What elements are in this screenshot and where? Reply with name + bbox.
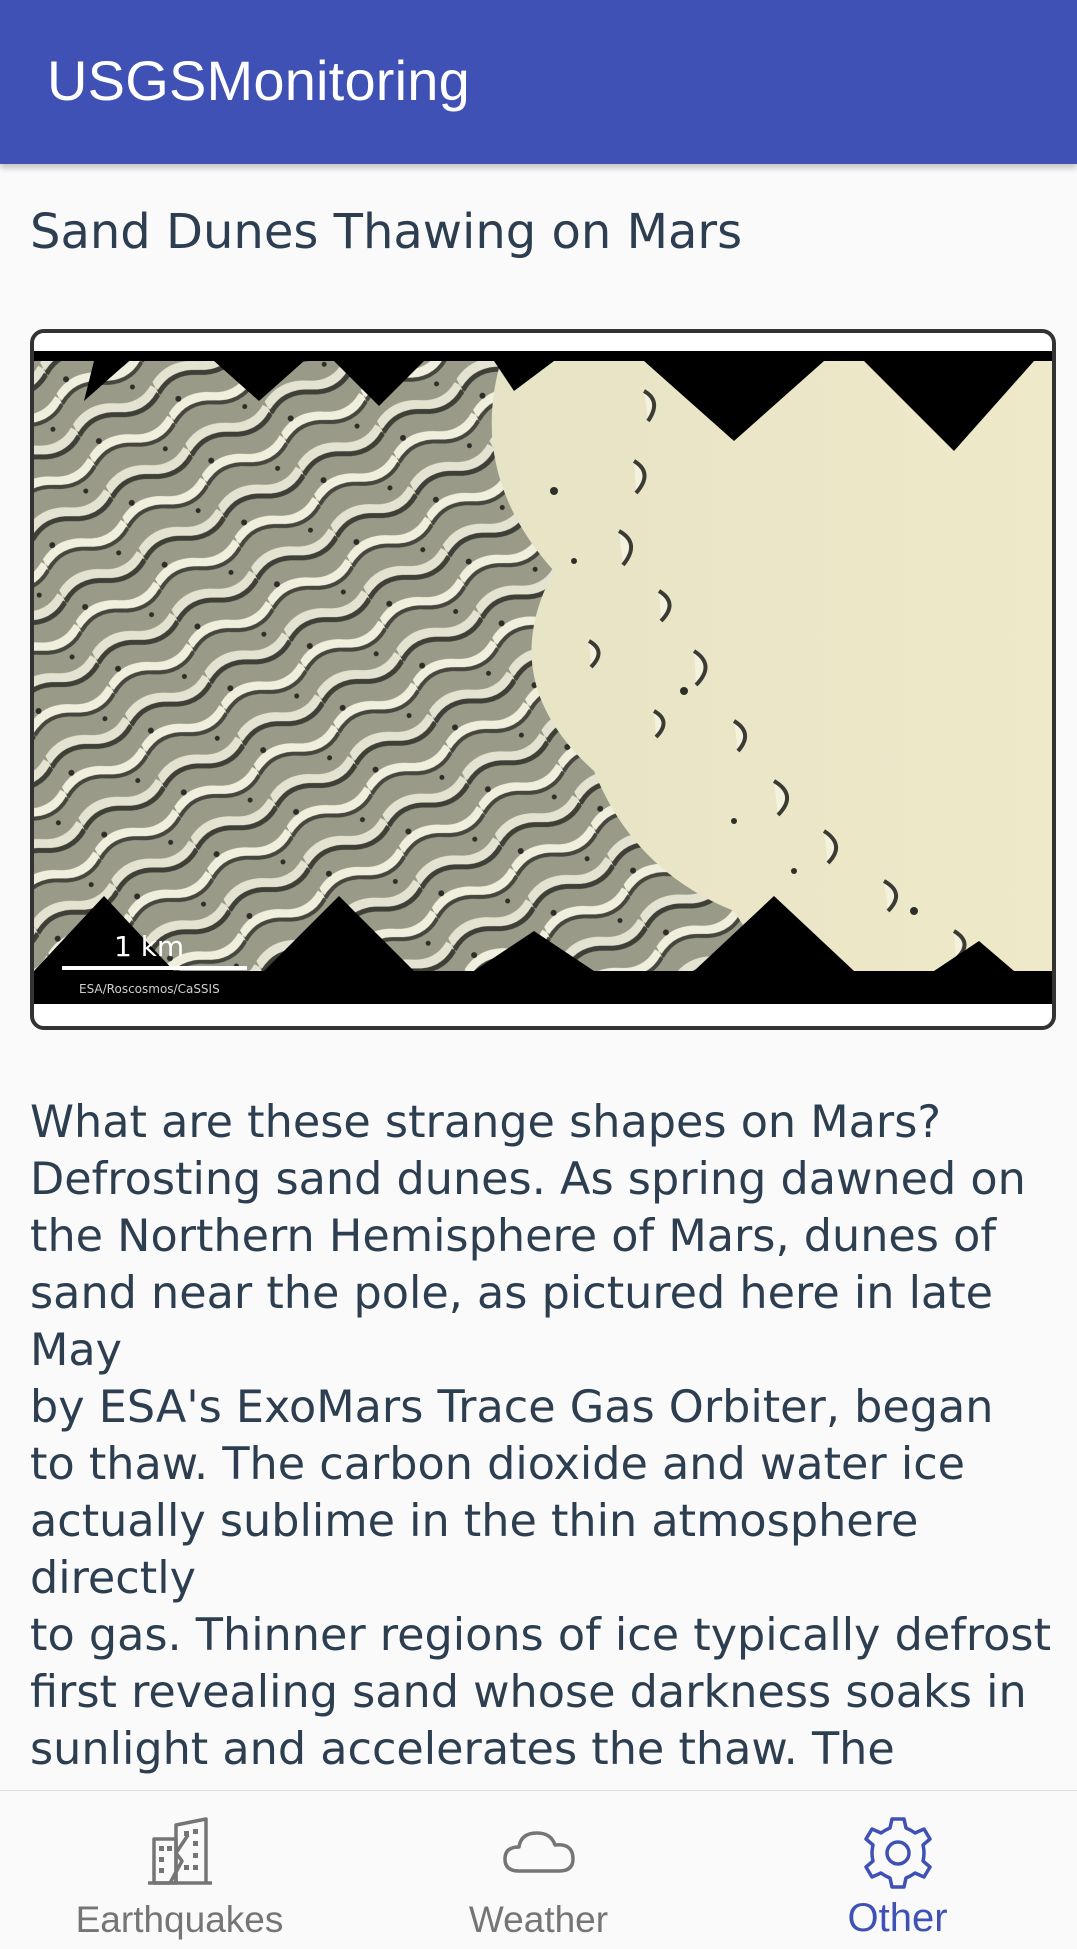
nav-label-earthquakes: Earthquakes: [75, 1899, 284, 1940]
nav-item-other[interactable]: Other: [718, 1791, 1077, 1949]
nav-label-other: Other: [847, 1896, 948, 1940]
app-screen: USGSMonitoring Sand Dunes Thawing on Mar…: [0, 0, 1077, 1949]
mars-dunes-image: 1 km ESA/Roscosmos/CaSSIS: [34, 351, 1052, 1004]
scale-label: 1 km: [114, 930, 184, 963]
scale-bar: [62, 966, 247, 970]
article-image-card: 1 km ESA/Roscosmos/CaSSIS: [30, 329, 1056, 1030]
nav-label-weather: Weather: [468, 1899, 609, 1940]
image-credit: ESA/Roscosmos/CaSSIS: [79, 982, 220, 996]
bottom-navigation: Earthquakes Weather Other: [0, 1790, 1077, 1949]
nav-item-earthquakes[interactable]: Earthquakes: [0, 1791, 359, 1949]
app-title: USGSMonitoring: [47, 49, 470, 112]
cloud-icon: [499, 1813, 579, 1893]
building-icon: [140, 1813, 220, 1893]
gear-icon: [858, 1813, 938, 1893]
app-bar: USGSMonitoring: [0, 0, 1077, 164]
article-scroll-view[interactable]: Sand Dunes Thawing on Mars 1 km ESA/Rosc…: [0, 164, 1077, 1790]
article-body: What are these strange shapes on Mars? D…: [30, 1097, 1052, 1790]
article-title: Sand Dunes Thawing on Mars: [30, 204, 743, 260]
nav-item-weather[interactable]: Weather: [359, 1791, 718, 1949]
